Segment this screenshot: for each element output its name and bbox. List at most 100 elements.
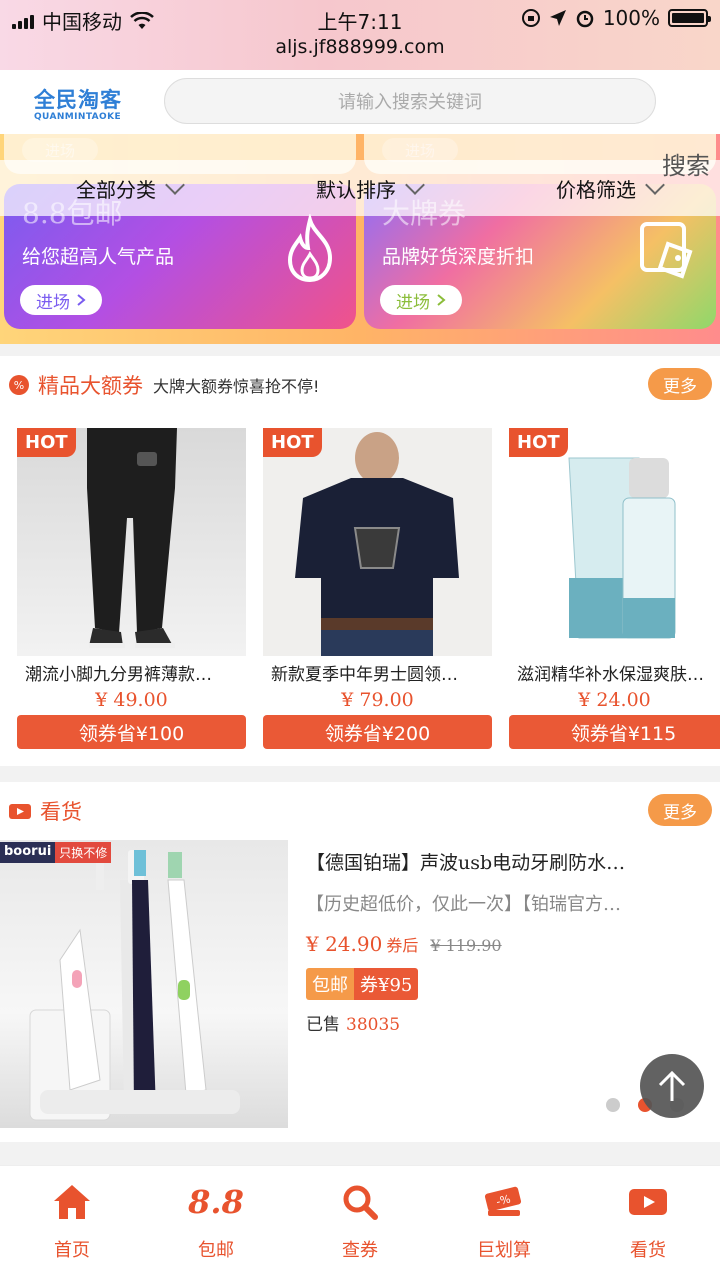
video-product-price: ¥ 24.90 券后 ¥ 119.90 xyxy=(306,932,502,956)
battery-percent: 100% xyxy=(602,6,660,30)
logo-text-cn: 全民淘客 xyxy=(34,88,122,112)
product-card[interactable]: HOT 新款夏季中年男士圆领… ¥ 79.00 领券省¥200 xyxy=(263,428,492,749)
more-button[interactable]: 更多 xyxy=(648,794,712,826)
sold-value: 38035 xyxy=(346,1015,401,1035)
price-current: ¥ 24.90 xyxy=(306,932,383,956)
section-header: 看货 xyxy=(0,782,720,840)
sold-count: 已售 38035 xyxy=(306,1010,400,1035)
sold-label: 已售 xyxy=(306,1015,340,1035)
toner-image xyxy=(568,457,676,639)
enter-button-label: 进场 xyxy=(396,292,430,313)
chevron-right-icon xyxy=(437,294,446,306)
get-coupon-button[interactable]: 领券省¥100 xyxy=(17,715,246,749)
video-product-title[interactable]: 【德国铂瑞】声波usb电动牙刷防水… xyxy=(306,848,692,875)
chevron-down-icon xyxy=(405,174,425,195)
header: 全民淘客 QUANMINTAOKE 请输入搜索关键词 xyxy=(0,70,720,134)
enter-button[interactable]: 进场 xyxy=(380,285,462,315)
carousel-dot[interactable] xyxy=(606,1098,620,1112)
pants-image xyxy=(87,428,177,648)
filter-category[interactable]: 全部分类 xyxy=(76,174,185,203)
status-right: 100% xyxy=(521,6,711,30)
filter-bar: 全部分类 默认排序 价格筛选 xyxy=(0,160,720,216)
coupon-tag: 券¥95 xyxy=(354,968,419,1000)
logo[interactable]: 全民淘客 QUANMINTAOKE xyxy=(34,84,122,122)
product-name: 潮流小脚九分男裤薄款… xyxy=(25,665,212,685)
ghost-enter-button: 进场 xyxy=(382,138,458,162)
tab-watch[interactable]: 看货 xyxy=(576,1176,720,1262)
tab-icon-text: 8.8 xyxy=(188,1183,244,1221)
product-name: 滋润精华补水保湿爽肤… xyxy=(517,665,704,685)
tab-label: 包邮 xyxy=(198,1240,234,1261)
section-header: % 精品大额券 大牌大额券惊喜抢不停! xyxy=(0,356,720,414)
search-placeholder: 请输入搜索关键词 xyxy=(338,92,482,113)
after-coupon-label: 券后 xyxy=(386,936,419,955)
status-bar: 中国移动 上午7:11 aljs.jf888999.com 100% xyxy=(0,0,720,70)
brand-tag-note: 只换不修 xyxy=(55,842,112,863)
product-card[interactable]: HOT 潮流小脚九分男裤薄款… ¥ 49.00 领券省¥100 xyxy=(17,428,246,749)
section-title: 看货 xyxy=(40,800,82,824)
home-icon xyxy=(54,1185,90,1219)
card-subtitle: 给您超高人气产品 xyxy=(22,246,175,268)
filter-sort[interactable]: 默认排序 xyxy=(316,174,425,203)
search-button[interactable]: 搜索 xyxy=(662,146,710,181)
location-icon xyxy=(549,10,566,26)
price-tag-icon xyxy=(640,222,693,279)
video-product-tags: 包邮 券¥95 xyxy=(306,968,419,1000)
tab-home[interactable]: 首页 xyxy=(0,1176,144,1262)
product-card[interactable]: HOT 滋润精华补水保湿爽肤… ¥ 24.00 领券省¥115 xyxy=(509,428,720,749)
product-image-pants[interactable]: HOT xyxy=(17,428,246,656)
section-title: 精品大额券 xyxy=(38,374,143,398)
bottom-tab-bar: 首页 8.8 包邮 查券 -% 巨划算 看货 xyxy=(0,1165,720,1280)
svg-text:%: % xyxy=(14,379,24,392)
video-icon xyxy=(629,1189,667,1215)
tab-check-coupon[interactable]: 查券 xyxy=(288,1176,432,1262)
product-price: ¥ 79.00 xyxy=(341,689,414,711)
tab-label: 查券 xyxy=(342,1240,378,1261)
product-name: 新款夏季中年男士圆领… xyxy=(271,665,458,685)
video-icon xyxy=(9,804,31,819)
search-input[interactable]: 请输入搜索关键词 xyxy=(164,78,656,124)
url-label[interactable]: aljs.jf888999.com xyxy=(0,36,720,58)
tab-label: 看货 xyxy=(630,1240,666,1261)
more-button[interactable]: 更多 xyxy=(648,368,712,400)
battery-icon xyxy=(668,9,711,27)
tab-label: 首页 xyxy=(54,1240,90,1261)
card-subtitle: 品牌好货深度折扣 xyxy=(382,246,535,268)
hot-badge: HOT xyxy=(509,428,568,457)
product-price: ¥ 49.00 xyxy=(95,689,168,711)
arrow-up-icon xyxy=(658,1070,686,1101)
product-image-toothbrush[interactable]: boorui 只换不修 xyxy=(0,840,288,1128)
video-section: 看货 更多 boorui 只换不修 【德国铂瑞】声波usb电动牙刷防水… 【历史… xyxy=(0,782,720,1142)
video-product-desc: 【历史超低价，仅此一次】【铂瑞官方… xyxy=(306,894,621,915)
flame-icon xyxy=(287,214,333,283)
tab-label: 巨划算 xyxy=(477,1240,531,1261)
section-subtitle: 大牌大额券惊喜抢不停! xyxy=(153,377,320,396)
discount-badge-icon: % xyxy=(9,375,29,395)
hot-badge: HOT xyxy=(263,428,322,457)
price-original: ¥ 119.90 xyxy=(430,936,502,955)
filter-price[interactable]: 价格筛选 xyxy=(556,174,665,203)
product-image-toner[interactable]: HOT xyxy=(509,428,720,656)
toothbrush-image xyxy=(29,850,240,1121)
tab-free-shipping[interactable]: 8.8 包邮 xyxy=(144,1176,288,1262)
enter-button-label: 进场 xyxy=(36,292,70,313)
back-to-top-button[interactable] xyxy=(640,1054,704,1118)
tab-great-deals[interactable]: -% 巨划算 xyxy=(432,1176,576,1262)
filter-price-label: 价格筛选 xyxy=(556,178,636,202)
product-price: ¥ 24.00 xyxy=(578,689,651,711)
brand-tag: boorui 只换不修 xyxy=(0,842,112,863)
chevron-right-icon xyxy=(77,294,86,306)
promo-banner: 进场 进场 8.8包邮 给您超高人气产品 进场 大牌券 品牌好货深度折扣 进场 … xyxy=(0,134,720,344)
enter-button[interactable]: 进场 xyxy=(20,285,102,315)
ghost-enter-button: 进场 xyxy=(22,138,98,162)
orientation-lock-icon xyxy=(521,9,540,27)
product-image-tshirt[interactable]: HOT xyxy=(263,428,492,656)
get-coupon-button[interactable]: 领券省¥115 xyxy=(509,715,720,749)
free-shipping-tag: 包邮 xyxy=(306,968,354,1000)
get-coupon-button[interactable]: 领券省¥200 xyxy=(263,715,492,749)
hot-badge: HOT xyxy=(17,428,76,457)
filter-category-label: 全部分类 xyxy=(76,178,156,202)
logo-text-en: QUANMINTAOKE xyxy=(34,112,121,122)
brand-tag-name: boorui xyxy=(0,842,56,863)
filter-sort-label: 默认排序 xyxy=(316,178,396,202)
